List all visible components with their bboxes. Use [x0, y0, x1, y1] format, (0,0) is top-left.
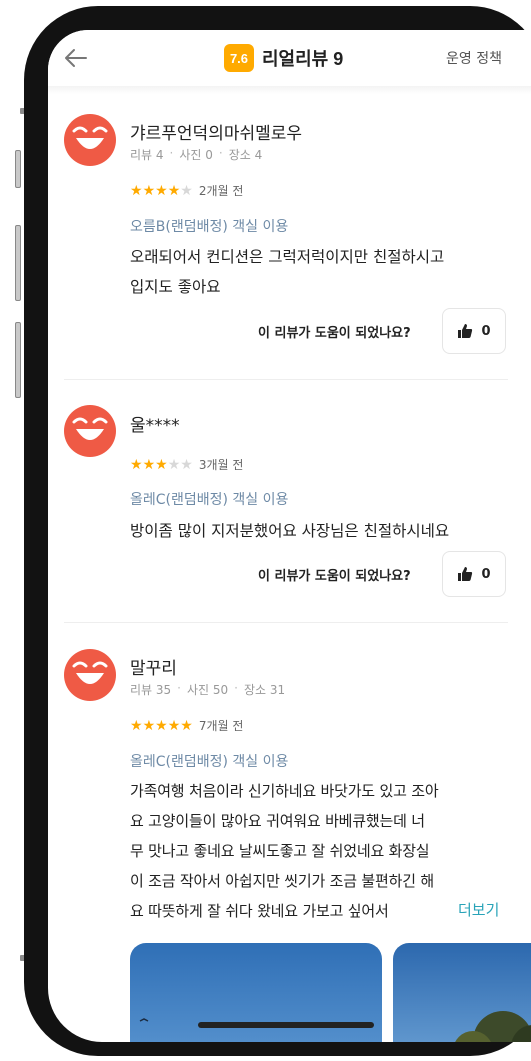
separator-dot: ·: [218, 146, 223, 160]
top-bar: 7.6 리얼리뷰 9 운영 정책: [48, 30, 531, 86]
star-empty-icon: ★: [167, 456, 181, 473]
smile-face-icon: [72, 126, 108, 149]
reviewer-stats: 리뷰 4 · 사진 0 · 장소 4: [130, 146, 262, 163]
helpful-question: 이 리뷰가 도움이 되었나요?: [258, 326, 411, 341]
place-count: 장소 31: [244, 683, 286, 697]
star-filled-icon: ★: [155, 456, 168, 473]
rating-row: ★ ★ ★ ★ ★ 3개월 전: [130, 456, 243, 473]
app-screen: 7.6 리얼리뷰 9 운영 정책 갸르푸언덕의마쉬멜로우 리뷰 4 · 사진 0…: [48, 30, 531, 1042]
review-count: 리뷰 4: [130, 148, 164, 162]
back-arrow-icon[interactable]: [62, 44, 90, 72]
header-divider: [48, 86, 531, 94]
star-filled-icon: ★: [155, 717, 168, 734]
review-date: 3개월 전: [198, 458, 244, 472]
review-text-line: 방이좀 많이 지저분했어요 사장님은 친절하시네요: [130, 522, 450, 540]
star-rating: ★ ★ ★ ★ ★: [130, 184, 193, 198]
rating-row: ★ ★ ★ ★ ★ 2개월 전: [130, 182, 243, 199]
review-text: 방이좀 많이 지저분했어요 사장님은 친절하시네요: [130, 516, 510, 546]
star-filled-icon: ★: [130, 182, 143, 199]
room-type: 올레C(랜덤배정) 객실 이용: [130, 754, 289, 770]
star-filled-icon: ★: [142, 717, 156, 734]
review-text-line: 입지도 좋아요: [130, 278, 221, 296]
review-text: 오래되어서 컨디션은 그럭저럭이지만 친절하시고 입지도 좋아요: [130, 242, 510, 302]
mute-switch: [15, 150, 21, 188]
page-title: 7.6 리얼리뷰 9: [224, 44, 343, 72]
photo-count: 사진 0: [179, 148, 213, 162]
more-button[interactable]: 더보기: [458, 899, 499, 920]
room-type: 올레C(랜덤배정) 객실 이용: [130, 492, 289, 508]
avatar: [64, 114, 116, 166]
like-button[interactable]: 0: [442, 551, 506, 597]
review-text-line: 이 조금 작아서 아쉽지만 씻기가 조금 불편하긴 해: [130, 872, 434, 890]
avatar: [64, 405, 116, 457]
like-count: 0: [481, 323, 491, 339]
avatar: [64, 649, 116, 701]
star-rating: ★ ★ ★ ★ ★: [130, 458, 193, 472]
review-date: 2개월 전: [198, 184, 244, 198]
rating-row: ★ ★ ★ ★ ★ 7개월 전: [130, 717, 243, 734]
room-type: 오름B(랜덤배정) 객실 이용: [130, 219, 289, 235]
star-empty-icon: ★: [180, 182, 193, 199]
star-empty-icon: ★: [180, 456, 193, 473]
helpful-question: 이 리뷰가 도움이 되었나요?: [258, 569, 411, 584]
reviewer-name: 말꾸리: [130, 659, 177, 679]
text-fade: [408, 896, 458, 926]
reviewer-name: 갸르푸언덕의마쉬멜로우: [130, 124, 303, 144]
separator-dot: ·: [234, 681, 238, 695]
separator-dot: ·: [169, 146, 174, 160]
score-badge: 7.6: [224, 44, 254, 72]
review-text-line: 무 맛나고 좋네요 날씨도좋고 잘 쉬었네요 화장실: [130, 842, 430, 860]
like-button[interactable]: 0: [442, 308, 506, 354]
review-count: 리뷰 35: [130, 683, 172, 697]
reviewer-stats: 리뷰 35 · 사진 50 · 장소 31: [130, 681, 285, 698]
place-count: 장소 4: [228, 148, 263, 162]
star-filled-icon: ★: [155, 182, 168, 199]
star-filled-icon: ★: [142, 456, 156, 473]
volume-down-button: [15, 322, 21, 398]
star-filled-icon: ★: [167, 182, 181, 199]
review-text-line: 요 고양이들이 많아요 귀여워요 바베큐했는데 너: [130, 812, 425, 830]
star-filled-icon: ★: [130, 456, 143, 473]
thumbs-up-icon: [458, 567, 473, 581]
star-filled-icon: ★: [167, 717, 181, 734]
tree-photo-image: [393, 943, 531, 1042]
star-filled-icon: ★: [180, 717, 193, 734]
star-filled-icon: ★: [130, 717, 143, 734]
smile-face-icon: [72, 661, 108, 684]
thumbs-up-icon: [458, 324, 473, 338]
review-photo[interactable]: [393, 943, 531, 1042]
star-rating: ★ ★ ★ ★ ★: [130, 719, 193, 733]
review-text-line: 가족여행 처음이라 신기하네요 바닷가도 있고 조아: [130, 782, 439, 800]
review-date: 7개월 전: [198, 719, 244, 733]
review-divider: [64, 622, 508, 623]
photo-count: 사진 50: [187, 683, 229, 697]
home-indicator: [198, 1022, 374, 1028]
separator-dot: ·: [177, 681, 181, 695]
star-filled-icon: ★: [142, 182, 156, 199]
policy-link[interactable]: 운영 정책: [446, 48, 502, 68]
review-text-line: 오래되어서 컨디션은 그럭저럭이지만 친절하시고: [130, 248, 445, 266]
reviewer-name: 울****: [130, 416, 180, 436]
volume-up-button: [15, 225, 21, 301]
smile-face-icon: [72, 417, 108, 440]
review-divider: [64, 379, 508, 380]
like-count: 0: [481, 566, 491, 582]
page-title-text: 리얼리뷰 9: [262, 49, 344, 69]
